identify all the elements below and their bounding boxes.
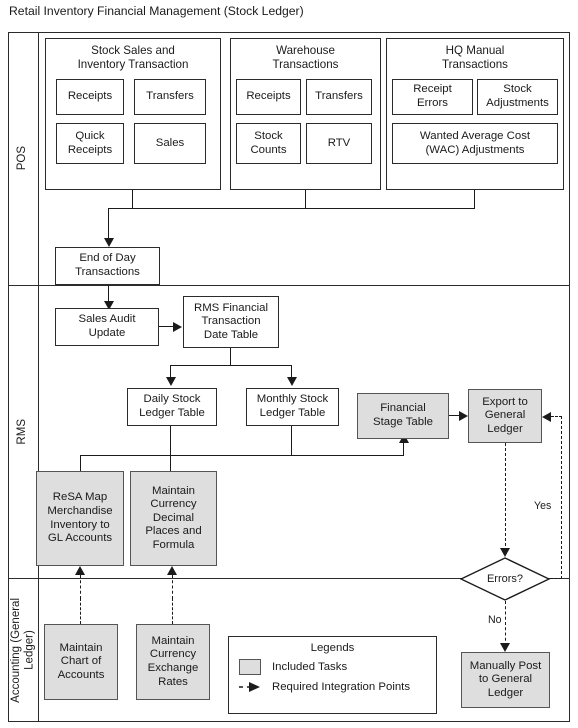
connector-export-to-errors: [505, 443, 506, 551]
connector-stock-sales-down: [132, 190, 134, 209]
connector-errors-no: [505, 601, 506, 646]
lane-label-column-divider: [38, 32, 39, 722]
connector-stage-table-riser: [403, 443, 405, 456]
arrowhead-exchange-rates-to-currency-decimal: [167, 566, 177, 575]
connector-chart-of-accounts-riser: [80, 575, 81, 599]
task-warehouse-receipts[interactable]: Receipts: [236, 79, 301, 115]
connector-maintain-currency-drop: [170, 455, 172, 472]
task-hq-stock-adjustments[interactable]: Stock Adjustments: [477, 79, 558, 115]
node-maintain-currency-decimal-places[interactable]: Maintain Currency Decimal Places and For…: [130, 471, 217, 566]
node-errors-decision[interactable]: Errors?: [460, 557, 550, 601]
diamond-shape: [460, 557, 550, 601]
connector-date-table-split-bus: [170, 365, 292, 367]
node-export-to-general-ledger[interactable]: Export to General Ledger: [468, 389, 542, 443]
edge-label-yes: Yes: [534, 500, 552, 512]
arrowhead-to-date-table: [173, 322, 182, 332]
group-hq-manual-title: HQ Manual Transactions: [442, 44, 508, 71]
task-hq-receipt-errors[interactable]: Receipt Errors: [392, 79, 473, 115]
legend-row-integration-points: Required Integration Points: [229, 679, 436, 695]
connector-date-table-down: [230, 348, 232, 366]
lane-label-pos: POS: [8, 32, 38, 285]
diagram-canvas: Retail Inventory Financial Management (S…: [0, 0, 578, 728]
lane-label-rms: RMS: [8, 286, 38, 578]
lane-divider-pos-rms: [8, 285, 570, 286]
connector-chart-of-accounts-to-resa: [80, 598, 81, 624]
connector-monthly-down: [291, 426, 293, 456]
node-financial-stage-table[interactable]: Financial Stage Table: [357, 393, 449, 439]
arrowhead-to-monthly-stock-ledger: [287, 377, 297, 386]
connector-resa-drop: [80, 455, 82, 472]
arrowhead-to-end-of-day: [104, 238, 114, 247]
task-hq-wac-adjustments[interactable]: Wanted Average Cost (WAC) Adjustments: [392, 123, 558, 164]
node-resa-map-merchandise-inventory[interactable]: ReSA Map Merchandise Inventory to GL Acc…: [36, 471, 124, 566]
task-warehouse-rtv[interactable]: RTV: [306, 123, 372, 164]
connector-stage-table-bus: [80, 455, 404, 457]
legend-title: Legends: [310, 642, 355, 654]
node-rms-financial-transaction-date-table[interactable]: RMS Financial Transaction Date Table: [183, 296, 279, 348]
task-stock-sales-transfers[interactable]: Transfers: [134, 79, 206, 115]
node-daily-stock-ledger-table[interactable]: Daily Stock Ledger Table: [127, 388, 217, 426]
lane-label-accounting-text: Accounting (General Ledger): [9, 598, 36, 703]
node-maintain-currency-exchange-rates[interactable]: Maintain Currency Exchange Rates: [136, 624, 210, 700]
connector-daily-down: [170, 426, 172, 456]
legend: Legends Included Tasks Required Integrat…: [228, 636, 437, 714]
connector-exchange-rates-to-currency-decimal: [172, 598, 173, 624]
task-warehouse-transfers[interactable]: Transfers: [306, 79, 372, 115]
lane-label-accounting: Accounting (General Ledger): [8, 579, 38, 722]
connector-errors-yes-riser: [561, 416, 562, 579]
arrowhead-errors-yes-to-export: [542, 412, 551, 422]
connector-hq-down: [474, 190, 476, 209]
node-sales-audit-update[interactable]: Sales Audit Update: [55, 308, 159, 346]
node-manually-post-to-general-ledger[interactable]: Manually Post to General Ledger: [461, 652, 550, 708]
connector-warehouse-down: [305, 190, 307, 209]
lane-label-pos-text: POS: [16, 146, 29, 171]
arrowhead-chart-of-accounts-to-resa: [75, 566, 85, 575]
task-warehouse-stock-counts[interactable]: Stock Counts: [236, 123, 301, 164]
task-stock-sales-receipts[interactable]: Receipts: [56, 79, 124, 115]
node-end-of-day-transactions[interactable]: End of Day Transactions: [55, 247, 160, 285]
connector-errors-yes-return: [551, 416, 562, 417]
node-monthly-stock-ledger-table[interactable]: Monthly Stock Ledger Table: [246, 388, 339, 426]
connector-pos-merge-drop: [108, 208, 110, 241]
legend-included-tasks-label: Included Tasks: [272, 661, 348, 673]
arrowhead-to-daily-stock-ledger: [166, 377, 176, 386]
group-warehouse-title: Warehouse Transactions: [272, 44, 339, 71]
edge-label-no: No: [488, 614, 502, 626]
node-maintain-chart-of-accounts[interactable]: Maintain Chart of Accounts: [44, 624, 118, 700]
connector-exchange-rates-riser: [172, 575, 173, 599]
legend-row-included-tasks: Included Tasks: [229, 659, 436, 675]
legend-dashed-arrow-icon: [239, 679, 261, 695]
task-stock-sales-quick-receipts[interactable]: Quick Receipts: [56, 123, 124, 164]
lane-label-rms-text: RMS: [16, 419, 29, 445]
arrowhead-to-manually-post: [500, 643, 510, 652]
legend-shaded-box-icon: [239, 659, 261, 675]
group-stock-sales-title: Stock Sales and Inventory Transaction: [77, 44, 189, 71]
arrowhead-to-export-general-ledger: [459, 411, 468, 421]
task-stock-sales-sales[interactable]: Sales: [134, 123, 206, 164]
connector-pos-merge-bus: [108, 208, 475, 210]
legend-integration-points-label: Required Integration Points: [272, 681, 411, 693]
arrowhead-to-errors-decision: [500, 548, 510, 557]
diagram-title: Retail Inventory Financial Management (S…: [9, 4, 304, 18]
